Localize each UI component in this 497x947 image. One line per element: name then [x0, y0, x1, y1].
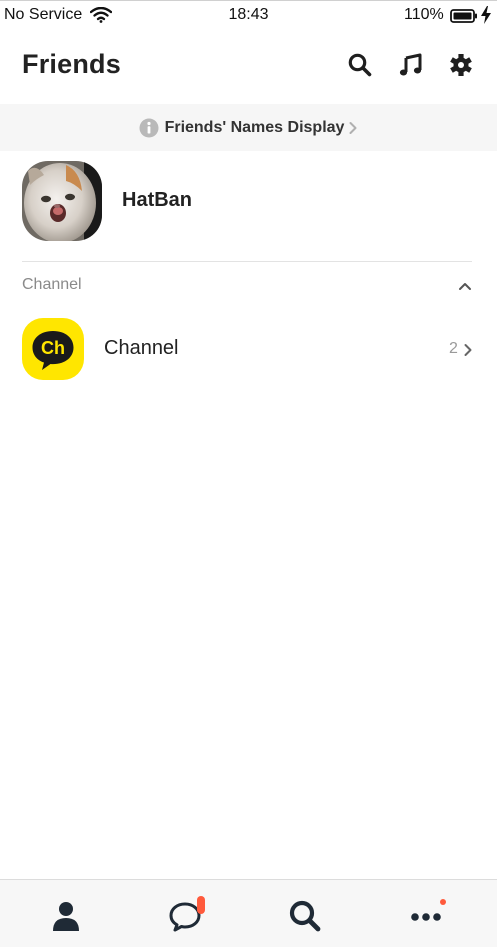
- gear-icon[interactable]: [448, 52, 474, 78]
- bottom-tab-bar: [0, 879, 497, 947]
- channel-count: 2: [449, 340, 458, 357]
- info-icon: [139, 118, 159, 138]
- chevron-right-icon: [463, 343, 473, 362]
- battery-icon: [450, 9, 478, 28]
- channel-logo-icon: Ch: [22, 318, 84, 380]
- friends-names-display-banner[interactable]: Friends' Names Display: [0, 104, 497, 151]
- profile-name: HatBan: [122, 189, 193, 211]
- new-badge-dot: [440, 899, 446, 905]
- my-profile[interactable]: HatBan: [0, 151, 497, 259]
- battery-percent: 110%: [404, 6, 444, 23]
- channel-section-header[interactable]: Channel: [0, 270, 497, 300]
- more-dots-icon: [411, 913, 441, 921]
- music-icon[interactable]: [398, 52, 424, 78]
- page-title: Friends: [22, 49, 121, 79]
- avatar[interactable]: [22, 161, 102, 241]
- chats-tab[interactable]: [167, 896, 205, 934]
- charging-bolt-icon: [480, 6, 492, 29]
- search-icon: [289, 900, 321, 932]
- banner-label: Friends' Names Display: [164, 118, 345, 136]
- channel-label: Channel: [104, 337, 179, 359]
- section-title: Channel: [22, 276, 82, 293]
- chevron-right-icon: [348, 121, 358, 135]
- status-bar: No Service 18:43 110%: [0, 0, 497, 30]
- header: Friends: [0, 30, 497, 104]
- search-tab[interactable]: [287, 898, 323, 934]
- divider: [22, 261, 472, 262]
- more-tab[interactable]: [408, 898, 446, 934]
- person-icon: [53, 902, 79, 931]
- search-icon[interactable]: [347, 52, 373, 78]
- channel-logo-text: Ch: [41, 338, 65, 358]
- friends-screen: No Service 18:43 110% Friends Friends' N…: [0, 0, 497, 947]
- friends-tab[interactable]: [48, 898, 84, 934]
- chevron-up-icon[interactable]: [458, 278, 472, 296]
- channel-list-item[interactable]: Ch Channel 2: [0, 312, 497, 388]
- unread-badge: [197, 896, 205, 914]
